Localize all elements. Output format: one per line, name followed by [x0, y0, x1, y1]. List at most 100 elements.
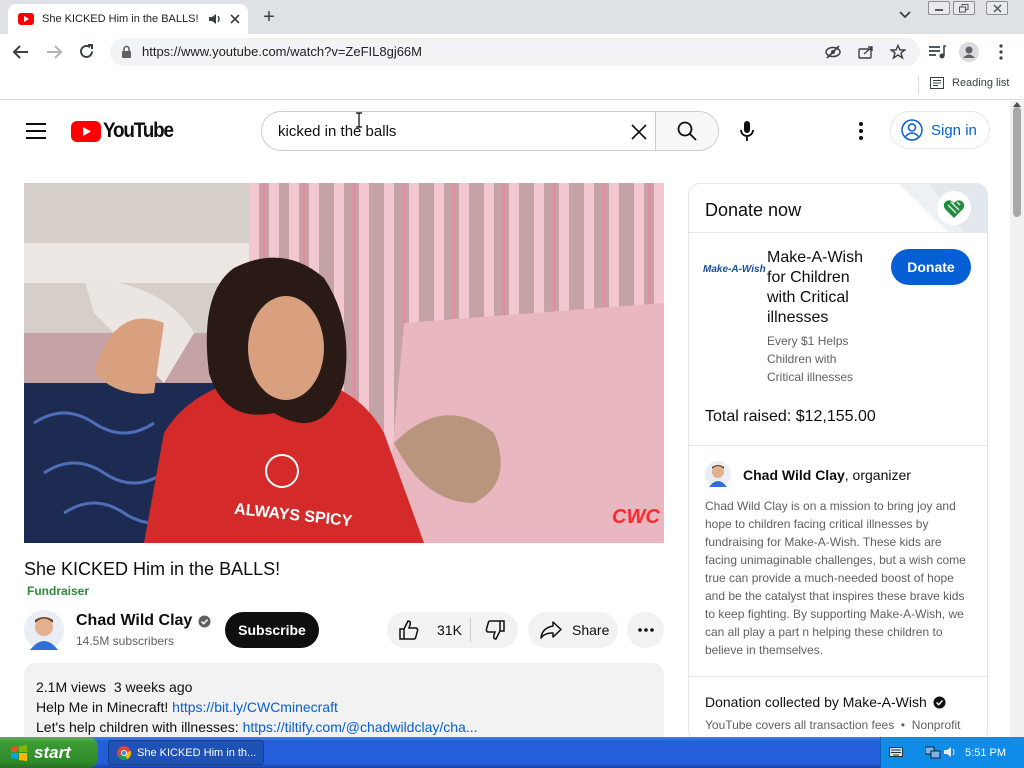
video-description[interactable]: 2.1M views 3 weeks ago Help Me in Minecr… [24, 663, 664, 737]
reload-icon[interactable] [78, 43, 95, 60]
verified-badge-icon [198, 615, 211, 628]
fees-text: YouTube covers all transaction fees [705, 718, 895, 732]
search-icon [677, 121, 697, 141]
make-a-wish-logo[interactable]: Make-A-Wish [703, 264, 766, 275]
reading-list-button[interactable]: Reading list [930, 77, 1009, 89]
subscribe-button[interactable]: Subscribe [225, 612, 319, 648]
clear-search-icon[interactable] [631, 124, 647, 140]
start-button[interactable]: start [0, 737, 98, 768]
browser-tab[interactable]: She KICKED Him in the BALLS! [8, 4, 248, 34]
panel-divider-2 [689, 676, 987, 677]
donate-header-title: Donate now [705, 200, 802, 220]
organizer-role: , organizer [844, 467, 911, 483]
system-tray: 5:51 PM [880, 737, 1024, 768]
taskbar-chrome-window[interactable]: She KICKED Him in th... [108, 740, 264, 765]
clock[interactable]: 5:51 PM [965, 747, 1006, 759]
channel-name[interactable]: Chad Wild Clay [76, 612, 192, 630]
video-player[interactable]: ALWAYS SPICY CWC [24, 183, 664, 543]
minimize-button[interactable] [928, 1, 950, 15]
youtube-favicon-icon [18, 13, 34, 25]
youtube-logo-text: YouTube [103, 119, 174, 142]
thumbs-up-icon [399, 620, 419, 640]
windows-flag-icon [10, 744, 28, 762]
upload-age: 3 weeks ago [113, 679, 193, 695]
more-actions-button[interactable] [627, 612, 664, 648]
share-arrow-icon [540, 621, 562, 639]
page-scrollbar[interactable] [1010, 101, 1024, 737]
reading-list-label: Reading list [952, 77, 1010, 89]
sign-in-label: Sign in [931, 121, 977, 139]
profile-avatar-icon[interactable] [959, 42, 979, 62]
dislike-button[interactable] [471, 612, 518, 648]
tab-close-icon[interactable] [230, 14, 240, 24]
lock-icon[interactable] [121, 45, 132, 59]
media-control-icon[interactable] [928, 44, 946, 60]
search-box[interactable] [261, 111, 719, 151]
address-bar[interactable]: https://www.youtube.com/watch?v=ZeFIL8gj… [110, 38, 920, 66]
description-line-1: Help Me in Minecraft! https://bit.ly/CWC… [36, 697, 652, 717]
text-cursor-icon [355, 112, 363, 128]
organizer-description: Chad Wild Clay is on a mission to bring … [705, 499, 966, 657]
volume-icon[interactable] [943, 745, 957, 759]
description-line-2: Let's help children with illnesses: http… [36, 717, 652, 737]
like-button[interactable]: 31K [387, 612, 470, 648]
chrome-menu-icon[interactable] [999, 44, 1003, 60]
browser-toolbar: https://www.youtube.com/watch?v=ZeFIL8gj… [0, 34, 1024, 70]
new-tab-button[interactable]: + [258, 6, 280, 28]
tracking-protection-icon[interactable] [825, 45, 841, 59]
channel-name-row[interactable]: Chad Wild Clay [76, 612, 211, 630]
account-circle-icon [901, 119, 923, 141]
description-text-1: Help Me in Minecraft! [36, 699, 173, 715]
description-text-2: Let's help children with illnesses: [36, 719, 243, 735]
windows-taskbar: start She KICKED Him in th... 5:51 PM [0, 737, 1024, 768]
organizer-line: Chad Wild Clay, organizer [743, 467, 911, 483]
hamburger-menu-icon[interactable] [26, 123, 46, 139]
nonprofit-label: Nonprofit [911, 718, 961, 732]
reading-list-icon [930, 77, 944, 89]
tiltify-link[interactable]: https://tiltify.com/@chadwildclay/cha... [243, 719, 478, 735]
channel-avatar[interactable] [24, 610, 64, 650]
youtube-play-logo-icon [71, 120, 101, 142]
organizer-avatar[interactable] [705, 461, 731, 487]
fundraiser-badge[interactable]: Fundraiser [27, 584, 89, 598]
video-title: She KICKED Him in the BALLS! [24, 559, 281, 579]
scrollbar-thumb[interactable] [1013, 107, 1021, 217]
search-button[interactable] [655, 112, 718, 150]
chrome-logo-icon [117, 745, 131, 760]
sign-in-button[interactable]: Sign in [890, 111, 990, 149]
organization-name[interactable]: Make-A-Wish for Children with Critical i… [767, 248, 877, 328]
minecraft-link[interactable]: https://bit.ly/CWCminecraft [172, 699, 338, 715]
donate-button[interactable]: Donate [891, 249, 971, 285]
share-page-icon[interactable] [858, 45, 874, 59]
search-input[interactable] [278, 112, 618, 150]
subscriber-count: 14.5M subscribers [76, 634, 175, 648]
back-arrow-icon[interactable] [12, 44, 30, 60]
organizer-name[interactable]: Chad Wild Clay [743, 467, 845, 483]
start-label: start [34, 742, 71, 762]
panel-divider-1 [689, 445, 987, 446]
forward-arrow-icon[interactable] [45, 44, 63, 60]
channel-watermark: CWC [612, 506, 660, 528]
close-window-button[interactable] [986, 1, 1008, 15]
fees-line: YouTube covers all transaction fees • No… [705, 716, 975, 737]
total-raised: Total raised: $12,155.00 [705, 408, 876, 425]
collected-by-line: Donation collected by Make-A-Wish [705, 694, 946, 710]
tab-search-chevron-icon[interactable] [898, 10, 912, 20]
video-frame-illustration: ALWAYS SPICY CWC [24, 183, 664, 543]
restore-button[interactable] [953, 1, 975, 15]
thumbs-down-icon [485, 620, 505, 640]
youtube-logo[interactable]: YouTube [71, 119, 181, 143]
organization-tagline: Every $1 Helps Children with Critical il… [767, 334, 854, 384]
voice-search-microphone-icon[interactable] [739, 120, 755, 142]
bookmark-star-icon[interactable] [890, 44, 906, 60]
tab-audio-icon[interactable] [208, 13, 222, 25]
donate-header: Donate now [689, 184, 987, 233]
bookmarks-bar: Reading list [0, 70, 1024, 100]
taskbar-window-title: She KICKED Him in th... [137, 746, 257, 759]
settings-dots-icon[interactable] [859, 122, 863, 140]
share-button[interactable]: Share [528, 612, 618, 648]
view-count: 2.1M views [36, 679, 107, 695]
keyboard-icon[interactable] [889, 746, 903, 758]
network-icon[interactable] [925, 745, 941, 759]
more-horizontal-icon [637, 628, 654, 632]
